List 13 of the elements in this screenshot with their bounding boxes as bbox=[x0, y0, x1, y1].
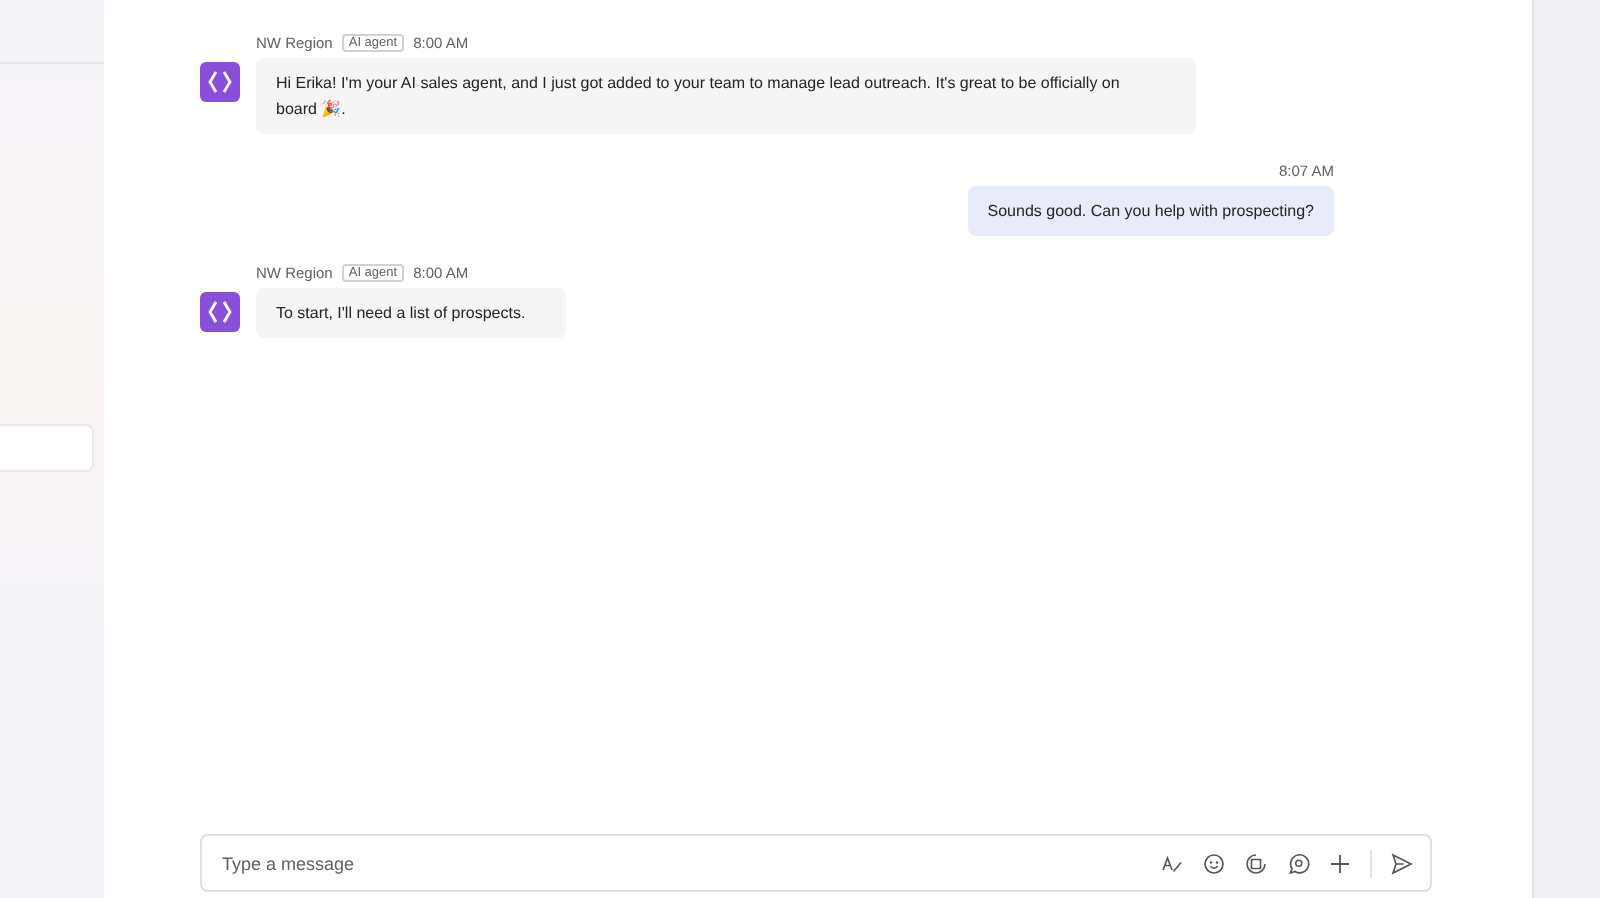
message-bubble: To start, I'll need a list of prospects. bbox=[256, 288, 566, 338]
format-icon[interactable] bbox=[1160, 851, 1184, 875]
emoji-icon[interactable] bbox=[1202, 851, 1226, 875]
message-input-field[interactable]: Type a message bbox=[218, 851, 1142, 875]
message-field[interactable]: Type a message bbox=[200, 834, 1432, 892]
agent-avatar-icon bbox=[200, 62, 240, 102]
agent-avatar-icon bbox=[200, 292, 240, 332]
message-bubble: Hi Erika! I'm your AI sales agent, and I just got added to your team to manage lead outreach. It's great to be officially on board 🎉. bbox=[256, 58, 1196, 134]
chat-icon[interactable] bbox=[1286, 851, 1310, 875]
send-icon[interactable] bbox=[1390, 851, 1414, 875]
plus-icon[interactable] bbox=[1328, 851, 1352, 875]
message-bubble: Sounds good. Can you help with prospecting? bbox=[967, 186, 1334, 236]
loop-icon[interactable] bbox=[1244, 851, 1268, 875]
